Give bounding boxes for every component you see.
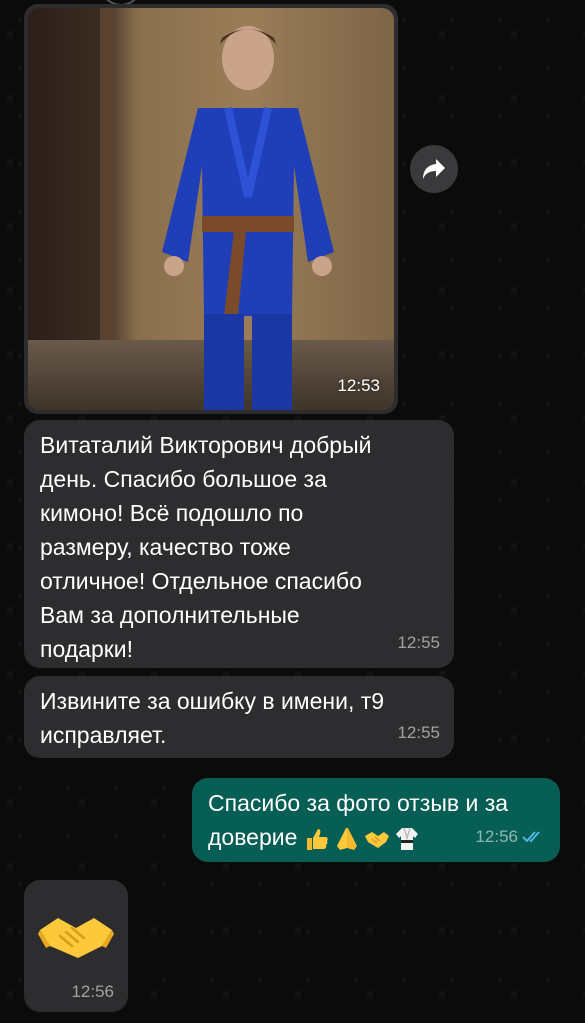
message-photo[interactable]: 12:53 — [28, 8, 394, 410]
thumbs-up-icon — [306, 828, 328, 850]
forward-arrow-icon — [423, 159, 445, 179]
handshake-icon — [364, 831, 389, 848]
martial-arts-uniform-icon — [395, 827, 418, 850]
message-time: 12:56 — [71, 982, 114, 1001]
photo-subject — [162, 26, 334, 410]
handshake-icon — [38, 918, 114, 958]
message-text: Извините за ошибку в имени, т9 исправляе… — [40, 688, 385, 748]
message-text: Витаталий Викторович добрый день. Спасиб… — [40, 432, 372, 662]
message-time: 12:55 — [397, 723, 440, 742]
forward-button[interactable] — [410, 145, 458, 193]
image-message[interactable]: 12:53 — [24, 4, 398, 414]
double-check-icon — [522, 831, 540, 843]
message-time: 12:55 — [397, 633, 440, 652]
message-time: 12:56 — [475, 827, 518, 846]
incoming-emoji-message[interactable]: 12:56 — [24, 880, 128, 1012]
incoming-text-message[interactable]: Витаталий Викторович добрый день. Спасиб… — [24, 420, 454, 668]
outgoing-text-message[interactable]: Спасибо за фото отзыв и за доверие 12:56 — [192, 778, 560, 862]
emoji-group — [304, 824, 424, 850]
folded-hands-icon — [336, 827, 357, 850]
incoming-text-message[interactable]: Извините за ошибку в имени, т9 исправляе… — [24, 676, 454, 758]
message-time: 12:53 — [337, 376, 380, 395]
